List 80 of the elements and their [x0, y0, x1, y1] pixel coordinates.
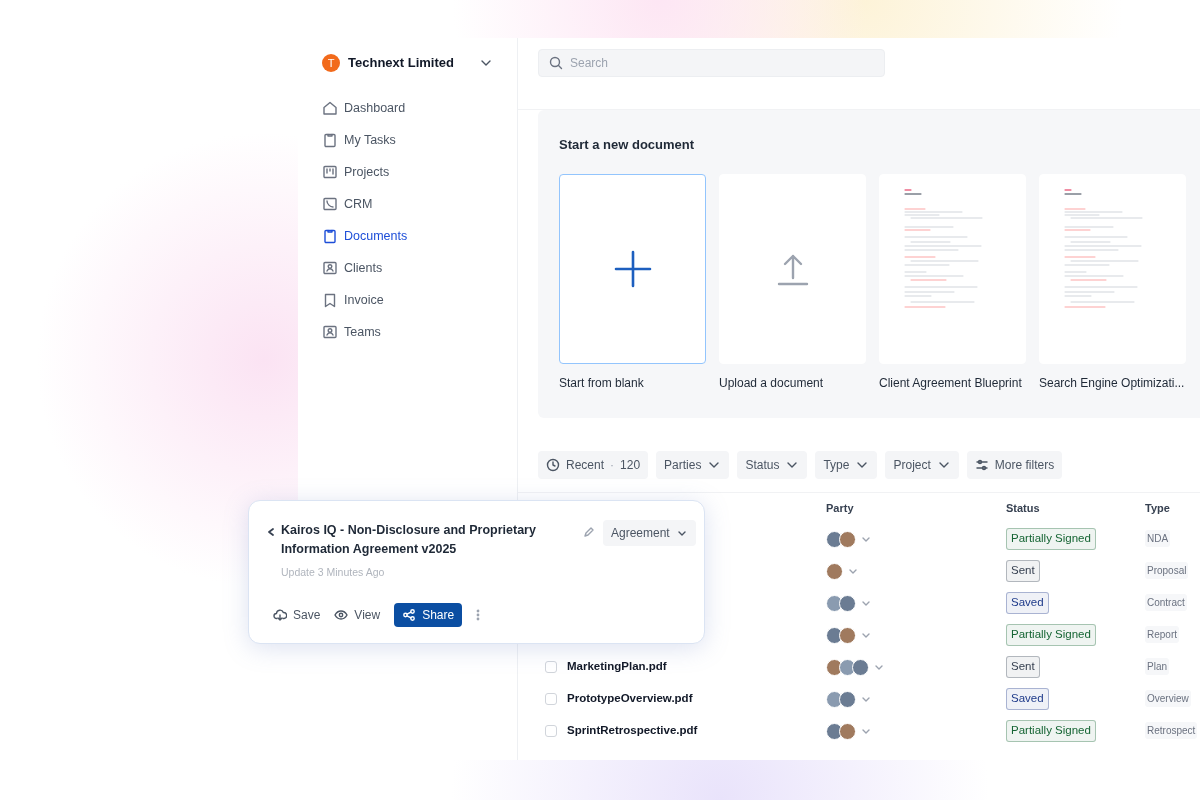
eye-icon — [334, 607, 349, 622]
file-name: SprintRetrospective.pdf — [567, 723, 698, 739]
back-chevron-icon — [265, 526, 277, 538]
sidebar-item[interactable]: Teams — [322, 316, 493, 348]
avatar — [839, 690, 856, 708]
category-dropdown[interactable]: Agreement — [603, 520, 696, 546]
clock-icon — [546, 458, 560, 472]
person-icon — [322, 260, 338, 276]
status-badge: Sent — [1006, 560, 1040, 582]
status-badge: Saved — [1006, 592, 1049, 614]
home-icon — [322, 100, 338, 116]
clipboard-icon — [322, 132, 338, 148]
column-header: Party — [826, 500, 855, 516]
sliders-icon — [974, 458, 989, 472]
type-tag: Retrospect — [1145, 722, 1198, 740]
status-badge: Sent — [1006, 656, 1040, 678]
column-header: Status — [1006, 500, 1041, 516]
column-header: Type — [1145, 500, 1171, 516]
sidebar-item[interactable]: Clients — [322, 252, 493, 284]
sidebar-item[interactable]: CRM — [322, 188, 493, 220]
sidebar-item[interactable]: Projects — [322, 156, 493, 188]
record-count: 120 — [620, 457, 641, 474]
row-checkbox[interactable] — [545, 725, 557, 737]
update-time: Update 3 Minutes Ago — [281, 565, 386, 580]
filter-button[interactable]: Type — [815, 451, 878, 479]
plus-icon — [613, 249, 652, 288]
avatar — [826, 562, 843, 580]
file-name: MarketingPlan.pdf — [567, 659, 667, 675]
status-badge: Partially Signed — [1006, 624, 1096, 646]
view-button[interactable]: View — [334, 605, 381, 624]
option-label: Search Engine Optimizati... — [1039, 374, 1186, 392]
type-tag: Plan — [1145, 658, 1169, 676]
phone-icon — [322, 196, 338, 212]
workspace-name: Technext Limited — [348, 54, 455, 73]
filter-button[interactable]: More filters — [966, 451, 1063, 479]
type-tag: Contract — [1145, 594, 1187, 612]
pencil-icon — [583, 526, 595, 538]
status-badge: Partially Signed — [1006, 720, 1096, 742]
document-title: Kairos IQ - Non-Disclosure and Proprietary Information Agreement v2025 — [281, 522, 537, 558]
cloud-icon — [273, 607, 287, 622]
type-tag: Overview — [1145, 690, 1191, 708]
section-title: Start a new document — [559, 136, 696, 154]
avatar — [839, 594, 856, 612]
type-tag: Proposal — [1145, 562, 1189, 580]
share-icon — [402, 607, 417, 622]
sidebar-item[interactable]: Invoice — [322, 284, 493, 316]
option-label: Start from blank — [559, 374, 645, 392]
avatar — [839, 626, 856, 644]
share-button[interactable]: Share — [394, 602, 463, 627]
more-options-icon — [476, 608, 481, 621]
status-badge: Partially Signed — [1006, 528, 1096, 550]
search-icon — [549, 56, 563, 70]
filter-button[interactable]: Parties — [656, 451, 730, 479]
option-label: Client Agreement Blueprint — [879, 374, 1023, 392]
separator-dot: · — [610, 457, 615, 474]
row-checkbox[interactable] — [545, 693, 557, 705]
bookmark-icon — [322, 292, 338, 308]
avatar — [852, 658, 869, 676]
sidebar-item[interactable]: My Tasks — [322, 124, 493, 156]
file-name: PrototypeOverview.pdf — [567, 691, 693, 707]
save-button[interactable]: Save — [273, 605, 321, 624]
filter-label: Recent — [566, 457, 605, 474]
board-icon — [322, 164, 338, 180]
filter-button[interactable]: Project — [885, 451, 959, 479]
option-label: Upload a document — [719, 374, 825, 392]
avatar — [839, 530, 856, 548]
type-tag: Report — [1145, 626, 1179, 644]
document-option-card[interactable] — [559, 173, 706, 364]
search-field[interactable]: Search — [538, 49, 885, 77]
workspace-avatar: T — [322, 54, 340, 72]
sidebar-item[interactable]: Dashboard — [322, 92, 493, 124]
person-icon — [322, 324, 338, 340]
filter-button[interactable]: Recent · 120 — [538, 451, 649, 479]
row-checkbox[interactable] — [545, 661, 557, 673]
type-tag: NDA — [1145, 530, 1171, 548]
clipboard-icon — [322, 228, 338, 244]
sidebar-item[interactable]: Documents — [322, 220, 493, 252]
filter-button[interactable]: Status — [737, 451, 808, 479]
status-badge: Saved — [1006, 688, 1049, 710]
avatar — [839, 722, 856, 740]
